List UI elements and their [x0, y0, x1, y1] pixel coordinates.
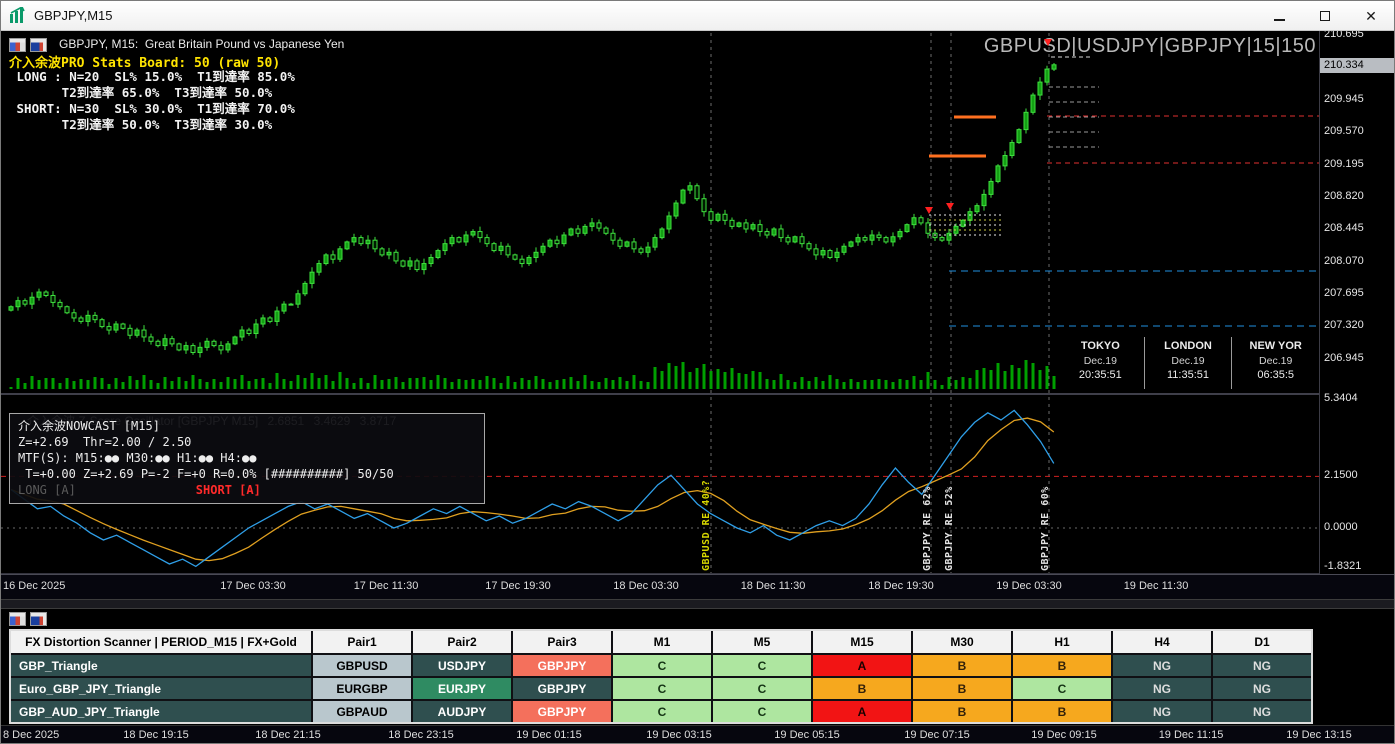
price-axis[interactable]: [1319, 31, 1395, 575]
stats-board-icon[interactable]: [9, 38, 26, 52]
scanner-header-title: FX Distortion Scanner | PERIOD_M15 | FX+…: [11, 631, 311, 653]
scanner-cell: GBPJPY: [513, 678, 611, 699]
stats-board-lines: LONG : N=20 SL% 15.0% T1到達率 85.0% T2到達率 …: [9, 69, 295, 133]
close-icon: ✕: [1365, 9, 1377, 23]
vertical-guide-lines: [711, 33, 1049, 573]
window-controls: ✕: [1256, 1, 1394, 30]
scanner-cell: B: [1013, 701, 1111, 722]
scanner-cell: EURGBP: [313, 678, 411, 699]
scanner-cell: NG: [1213, 678, 1311, 699]
scanner-cell: B: [913, 655, 1011, 676]
scanner-link-icon[interactable]: [30, 38, 47, 52]
scanner-cell: NG: [1113, 655, 1211, 676]
session-name: TOKYO: [1057, 339, 1144, 354]
session-column: LONDONDec.1911:35:51: [1144, 337, 1232, 389]
mt-chart-window: GBPJPY,M15 ✕ GBPUSD|USDJPY|GBPJPY|15|150…: [0, 0, 1395, 744]
scanner-header-cell: Pair3: [513, 631, 611, 653]
stats-line: SHORT: N=30 SL% 30.0% T1到達率 70.0%: [9, 101, 295, 117]
scanner-cell: B: [813, 678, 911, 699]
scanner-cell: AUDJPY: [413, 701, 511, 722]
app-logo-icon: [9, 7, 27, 25]
session-column: TOKYODec.1920:35:51: [1057, 337, 1144, 389]
nowcast-line: T=+0.00 Z=+2.69 P=-2 F=+0 R=0.0% [######…: [18, 466, 476, 482]
symbol-description: GBPJPY, M15: Great Britain Pound vs Japa…: [59, 37, 344, 51]
scanner-grid-icon[interactable]: [9, 612, 26, 626]
indicator-toolbar: [9, 38, 51, 52]
session-date: Dec.19: [1057, 354, 1144, 368]
minimize-button[interactable]: [1256, 1, 1302, 30]
maximize-icon: [1320, 11, 1330, 21]
scanner-cell: GBPAUD: [313, 701, 411, 722]
scanner-cell: A: [813, 701, 911, 722]
scanner-header-cell: D1: [1213, 631, 1311, 653]
scanner-header-cell: M15: [813, 631, 911, 653]
session-time: 20:35:51: [1057, 368, 1144, 383]
scanner-row-name: Euro_GBP_JPY_Triangle: [11, 678, 311, 699]
scanner-flag-icon[interactable]: [30, 612, 47, 626]
scanner-cell: B: [913, 701, 1011, 722]
scanner-cell: B: [1013, 655, 1111, 676]
scanner-cell: C: [613, 655, 711, 676]
scanner-header-cell: H1: [1013, 631, 1111, 653]
session-time: 06:35:5: [1232, 368, 1319, 383]
nowcast-line: 介入余波NOWCAST [M15]: [18, 418, 476, 434]
stats-line: T2到達率 50.0% T3到達率 30.0%: [9, 117, 295, 133]
stats-line: T2到達率 65.0% T3到達率 50.0%: [9, 85, 295, 101]
scanner-header-cell: M30: [913, 631, 1011, 653]
overlay-lines: [929, 57, 1319, 326]
title-bar: GBPJPY,M15 ✕: [1, 1, 1394, 31]
minimize-icon: [1274, 19, 1285, 21]
close-button[interactable]: ✕: [1348, 1, 1394, 30]
scanner-toolbar: [9, 612, 51, 626]
scanner-row-name: GBP_Triangle: [11, 655, 311, 676]
scanner-cell: NG: [1213, 701, 1311, 722]
scanner-cell: GBPJPY: [513, 655, 611, 676]
scanner-header-cell: H4: [1113, 631, 1211, 653]
session-date: Dec.19: [1145, 354, 1232, 368]
scanner-cell: C: [613, 678, 711, 699]
nowcast-line: Z=+2.69 Thr=2.00 / 2.50: [18, 434, 476, 450]
scanner-cell: NG: [1113, 701, 1211, 722]
scanner-cell: C: [613, 701, 711, 722]
time-axis[interactable]: [1, 574, 1395, 599]
volume-bars: [10, 360, 1056, 389]
scanner-table: FX Distortion Scanner | PERIOD_M15 | FX+…: [9, 629, 1313, 724]
scanner-cell: C: [713, 655, 811, 676]
long-status-label: LONG [A]: [18, 482, 76, 498]
scanner-cell: NG: [1113, 678, 1211, 699]
scanner-cell: NG: [1213, 655, 1311, 676]
session-clock: TOKYODec.1920:35:51LONDONDec.1911:35:51N…: [1057, 337, 1319, 389]
session-date: Dec.19: [1232, 354, 1319, 368]
scanner-cell: A: [813, 655, 911, 676]
scanner-time-axis[interactable]: [1, 725, 1395, 744]
short-status-label: SHORT [A]: [196, 482, 261, 498]
scanner-header-cell: M5: [713, 631, 811, 653]
session-name: NEW YOR: [1232, 339, 1319, 354]
scanner-cell: C: [713, 701, 811, 722]
nowcast-line: MTF(S): M15:●● M30:●● H1:●● H4:●●: [18, 450, 476, 466]
nowcast-lines: 介入余波NOWCAST [M15]Z=+2.69 Thr=2.00 / 2.50…: [18, 418, 476, 482]
chart-panel[interactable]: GBPUSD|USDJPY|GBPJPY|15|150 GBPJPY, M15:…: [1, 31, 1395, 599]
session-name: LONDON: [1145, 339, 1232, 354]
scanner-cell: C: [1013, 678, 1111, 699]
scanner-cell: EURJPY: [413, 678, 511, 699]
scanner-cell: GBPJPY: [513, 701, 611, 722]
scanner-cell: B: [913, 678, 1011, 699]
scanner-header-cell: Pair1: [313, 631, 411, 653]
stats-line: LONG : N=20 SL% 15.0% T1到達率 85.0%: [9, 69, 295, 85]
session-time: 11:35:51: [1145, 368, 1232, 383]
scanner-row-name: GBP_AUD_JPY_Triangle: [11, 701, 311, 722]
nowcast-box: 介入余波NOWCAST [M15]Z=+2.69 Thr=2.00 / 2.50…: [9, 413, 485, 504]
scanner-cell: USDJPY: [413, 655, 511, 676]
scanner-header-cell: Pair2: [413, 631, 511, 653]
scanner-cell: C: [713, 678, 811, 699]
session-column: NEW YORDec.1906:35:5: [1231, 337, 1319, 389]
scanner-cell: GBPUSD: [313, 655, 411, 676]
maximize-button[interactable]: [1302, 1, 1348, 30]
window-title: GBPJPY,M15: [34, 8, 113, 23]
scanner-header-cell: M1: [613, 631, 711, 653]
window-divider: [1, 599, 1395, 609]
scanner-panel: FX Distortion Scanner | PERIOD_M15 | FX+…: [1, 609, 1395, 744]
nowcast-status-row: LONG [A] SHORT [A]: [18, 482, 476, 498]
